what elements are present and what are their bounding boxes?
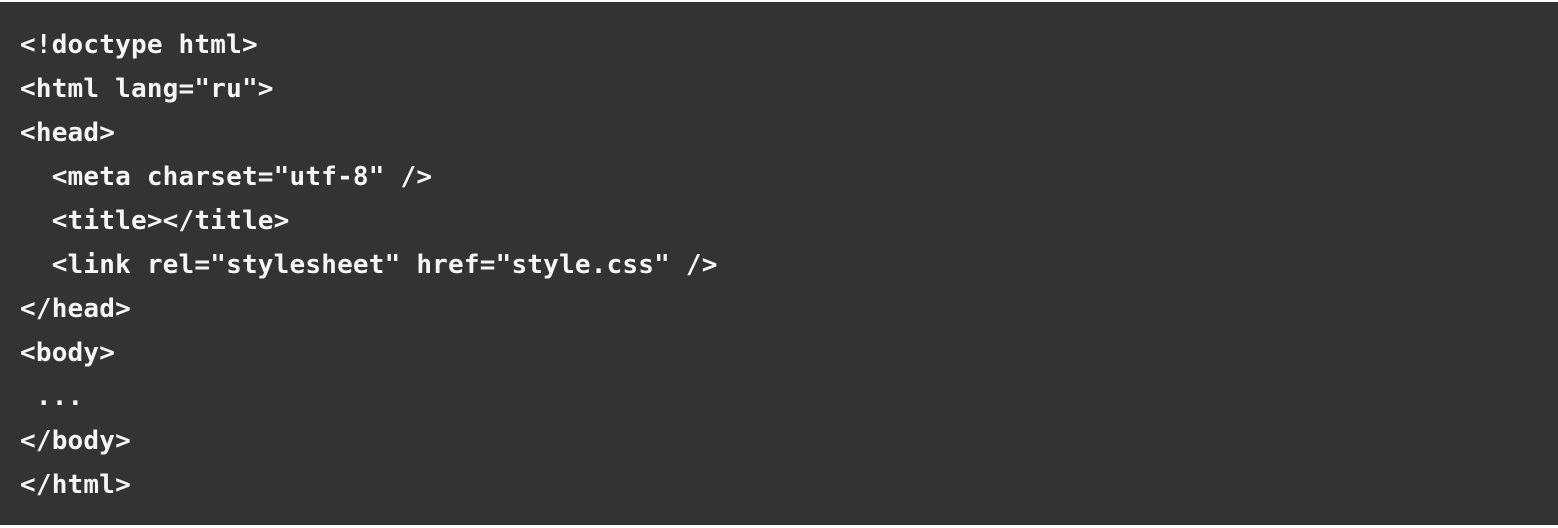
- code-line-meta-charset: <meta charset="utf-8" />: [20, 162, 433, 192]
- code-block: <!doctype html> <html lang="ru"> <head> …: [0, 0, 1558, 528]
- code-line-html-close: </html>: [20, 470, 131, 500]
- code-line-doctype: <!doctype html>: [20, 30, 258, 60]
- code-line-html-open: <html lang="ru">: [20, 74, 274, 104]
- code-line-body-open: <body>: [20, 338, 116, 368]
- code-line-ellipsis: ...: [20, 382, 84, 412]
- code-line-head-close: </head>: [20, 294, 131, 324]
- code-line-title: <title></title>: [20, 206, 290, 236]
- code-line-link-stylesheet: <link rel="stylesheet" href="style.css" …: [20, 250, 718, 280]
- code-line-head-open: <head>: [20, 118, 116, 148]
- code-line-body-close: </body>: [20, 426, 131, 456]
